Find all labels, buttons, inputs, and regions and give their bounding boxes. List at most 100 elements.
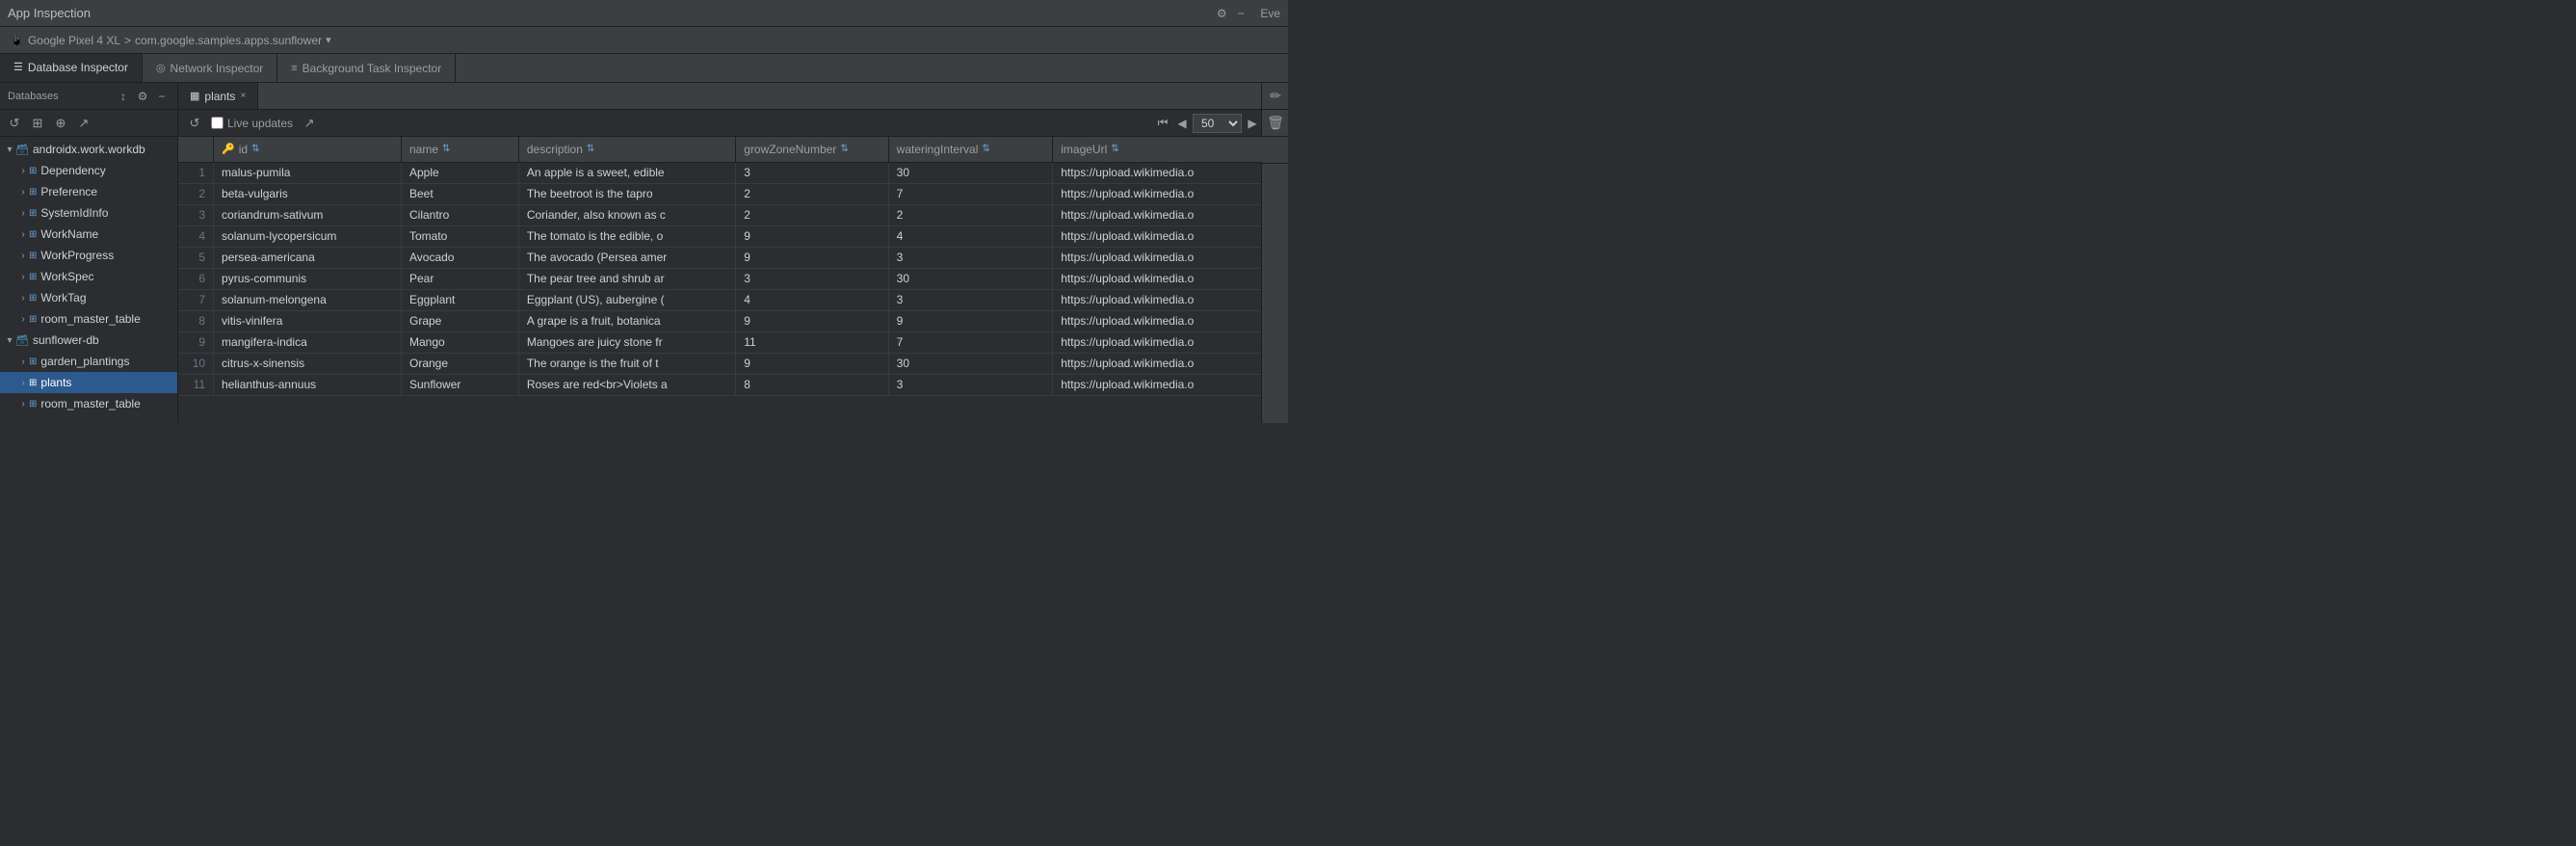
chevron-garden-plantings: › <box>17 357 29 367</box>
cell-image-url: https://upload.wikimedia.o <box>1053 331 1288 353</box>
pencil-icon[interactable]: ✏ <box>1262 83 1288 110</box>
cell-grow-zone: 11 <box>736 331 888 353</box>
label-room-master1: room_master_table <box>40 312 140 326</box>
refresh-db-icon[interactable]: ↺ <box>6 115 23 132</box>
tab-network-label: Network Inspector <box>171 62 264 75</box>
plants-tab-close-icon[interactable]: × <box>240 91 246 101</box>
tree-item-sunflowerdb[interactable]: ▾ 🗃 sunflower-db <box>0 330 177 351</box>
chevron-sunflowerdb: ▾ <box>4 335 15 346</box>
export-db-icon[interactable]: ↗ <box>75 115 92 132</box>
table-row[interactable]: 2beta-vulgarisBeetThe beetroot is the ta… <box>178 183 1288 204</box>
col-header-id[interactable]: 🔑 id ⇅ <box>214 137 402 162</box>
cell-rownum: 9 <box>178 331 214 353</box>
chevron-workdb: ▾ <box>4 145 15 155</box>
table-icon-workspec: ⊞ <box>29 272 37 282</box>
col-header-grow-zone[interactable]: growZoneNumber ⇅ <box>736 137 888 162</box>
table-row[interactable]: 6pyrus-communisPearThe pear tree and shr… <box>178 268 1288 289</box>
tree-item-garden-plantings[interactable]: › ⊞ garden_plantings <box>0 351 177 372</box>
table-row[interactable]: 8vitis-viniferaGrapeA grape is a fruit, … <box>178 310 1288 331</box>
label-workdb: androidx.work.workdb <box>33 143 145 156</box>
tree-item-worktag[interactable]: › ⊞ WorkTag <box>0 287 177 308</box>
cell-watering-interval: 9 <box>888 310 1053 331</box>
sidebar-settings-icon[interactable]: ⚙ <box>135 89 150 104</box>
label-garden-plantings: garden_plantings <box>40 355 129 368</box>
sidebar-collapse-icon[interactable]: − <box>154 89 170 104</box>
col-name-label: name <box>409 143 438 156</box>
cell-grow-zone: 9 <box>736 310 888 331</box>
tree-item-workspec[interactable]: › ⊞ WorkSpec <box>0 266 177 287</box>
chevron-systemidinfo: › <box>17 208 29 219</box>
table-row[interactable]: 11helianthus-annuusSunflowerRoses are re… <box>178 374 1288 395</box>
cell-grow-zone: 3 <box>736 268 888 289</box>
tab-database-label: Database Inspector <box>28 61 128 74</box>
col-header-image-url[interactable]: imageUrl ⇅ <box>1053 137 1288 162</box>
tree-item-room-master1[interactable]: › ⊞ room_master_table <box>0 308 177 330</box>
cell-watering-interval: 3 <box>888 289 1053 310</box>
page-size-select[interactable]: 50 100 200 <box>1193 114 1242 133</box>
cell-description: Eggplant (US), aubergine ( <box>518 289 735 310</box>
plants-tab-label: plants <box>204 90 235 103</box>
cell-watering-interval: 7 <box>888 183 1053 204</box>
label-workprogress: WorkProgress <box>40 249 114 262</box>
tab-database-inspector[interactable]: ☰ Database Inspector <box>0 54 143 82</box>
sidebar-filter-icon[interactable]: ↕ <box>116 89 131 104</box>
device-icon: 📱 <box>10 34 24 47</box>
table-icon-workprogress: ⊞ <box>29 251 37 261</box>
first-page-icon[interactable]: ⏮ <box>1154 115 1171 132</box>
cell-description: Coriander, also known as c <box>518 204 735 225</box>
refresh-query-icon[interactable]: ↺ <box>186 115 203 132</box>
tree-item-plants[interactable]: › ⊞ plants <box>0 372 177 393</box>
tab-background-inspector[interactable]: ≡ Background Task Inspector <box>277 54 456 82</box>
table-row[interactable]: 4solanum-lycopersicumTomatoThe tomato is… <box>178 225 1288 247</box>
table-icon-systemidinfo: ⊞ <box>29 208 37 219</box>
cell-description: Mangoes are juicy stone fr <box>518 331 735 353</box>
cell-id: pyrus-communis <box>214 268 402 289</box>
tree-item-room-master2[interactable]: › ⊞ room_master_table <box>0 393 177 414</box>
label-preference: Preference <box>40 185 97 198</box>
db-icon-sunflowerdb: 🗃 <box>15 334 29 347</box>
minimize-icon[interactable]: − <box>1233 6 1249 21</box>
col-id-label: id <box>239 143 248 156</box>
chevron-workname: › <box>17 229 29 240</box>
live-updates-checkbox[interactable] <box>211 117 223 129</box>
table-icon-room-master1: ⊞ <box>29 314 37 325</box>
trash-icon[interactable]: 🗑 <box>1262 110 1288 137</box>
title-bar: App Inspection ⚙ − Eve <box>0 0 1288 27</box>
table-row[interactable]: 1malus-pumilaAppleAn apple is a sweet, e… <box>178 162 1288 183</box>
prev-page-icon[interactable]: ◀ <box>1173 115 1191 132</box>
col-header-description[interactable]: description ⇅ <box>518 137 735 162</box>
tab-network-inspector[interactable]: ◎ Network Inspector <box>143 54 277 82</box>
sort-icon-grow: ⇅ <box>840 144 848 154</box>
cell-watering-interval: 30 <box>888 353 1053 374</box>
add-db-icon[interactable]: ⊕ <box>52 115 69 132</box>
tab-plants-table[interactable]: ▦ plants × <box>178 83 258 109</box>
table-row[interactable]: 3coriandrum-sativumCilantroCoriander, al… <box>178 204 1288 225</box>
add-table-icon[interactable]: ⊞ <box>29 115 46 132</box>
live-updates-label: Live updates <box>211 117 293 130</box>
cell-image-url: https://upload.wikimedia.o <box>1053 247 1288 268</box>
inspector-tab-bar: ☰ Database Inspector ◎ Network Inspector… <box>0 54 1288 83</box>
cell-description: The beetroot is the tapro‍ <box>518 183 735 204</box>
cell-rownum: 1 <box>178 162 214 183</box>
tree-item-workprogress[interactable]: › ⊞ WorkProgress <box>0 245 177 266</box>
tree-item-preference[interactable]: › ⊞ Preference <box>0 181 177 202</box>
settings-icon[interactable]: ⚙ <box>1214 6 1229 21</box>
tree-item-workname[interactable]: › ⊞ WorkName <box>0 224 177 245</box>
tree-item-systemidinfo[interactable]: › ⊞ SystemIdInfo <box>0 202 177 224</box>
cell-name: Pear <box>402 268 519 289</box>
table-row[interactable]: 10citrus-x-sinensisOrangeThe orange is t… <box>178 353 1288 374</box>
col-header-watering-interval[interactable]: wateringInterval ⇅ <box>888 137 1053 162</box>
col-header-name[interactable]: name ⇅ <box>402 137 519 162</box>
table-row[interactable]: 9mangifera-indicaMangoMangoes are juicy … <box>178 331 1288 353</box>
tree-item-dependency[interactable]: › ⊞ Dependency <box>0 160 177 181</box>
device-chevron[interactable]: ▾ <box>326 34 331 46</box>
chevron-dependency: › <box>17 166 29 176</box>
col-header-rownum <box>178 137 214 162</box>
export-query-icon[interactable]: ↗ <box>301 115 318 132</box>
key-icon-id: 🔑 <box>222 143 235 155</box>
table-row[interactable]: 7solanum-melongenaEggplantEggplant (US),… <box>178 289 1288 310</box>
next-page-icon[interactable]: ▶ <box>1244 115 1261 132</box>
table-row[interactable]: 5persea-americanaAvocadoThe avocado (Per… <box>178 247 1288 268</box>
tree-item-workdb[interactable]: ▾ 🗃 androidx.work.workdb <box>0 139 177 160</box>
table-icon-dependency: ⊞ <box>29 166 37 176</box>
